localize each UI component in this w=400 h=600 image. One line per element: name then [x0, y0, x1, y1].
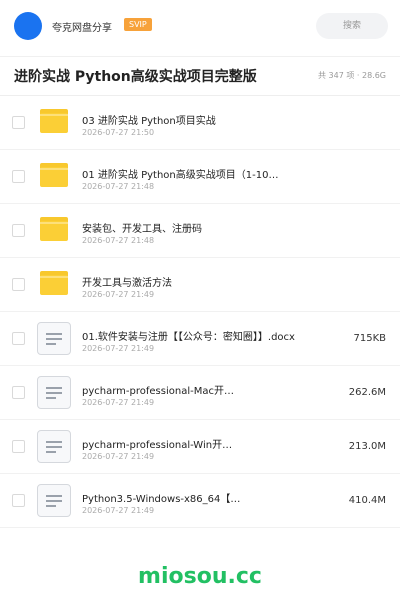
folder-icon: [40, 109, 68, 133]
select-checkbox[interactable]: [12, 332, 25, 345]
file-row[interactable]: 01.软件安装与注册【【公众号：密知圈】】.docx 2026-07-27 21:…: [0, 312, 400, 366]
file-row[interactable]: pycharm-professional-Mac开… 2026-07-27 21:…: [0, 366, 400, 420]
item-size: 262.6M: [348, 387, 386, 398]
select-checkbox[interactable]: [12, 170, 25, 183]
folder-row[interactable]: 开发工具与激活方法 2026-07-27 21:49: [0, 258, 400, 312]
item-name[interactable]: Python3.5-Windows-x86_64【…: [82, 490, 240, 505]
item-name[interactable]: 01 进阶实战 Python高级实战项目（1-10…: [82, 166, 278, 181]
folder-icon: [40, 217, 68, 241]
document-icon: [37, 322, 71, 355]
item-date: 2026-07-27 21:49: [82, 452, 155, 461]
item-name[interactable]: pycharm-professional-Mac开…: [82, 382, 234, 397]
folder-row[interactable]: 03 进阶实战 Python项目实战 2026-07-27 21:50: [0, 96, 400, 150]
item-size: 715KB: [353, 333, 386, 344]
item-date: 2026-07-27 21:49: [82, 506, 155, 515]
brand-name: 夸克网盘分享: [52, 23, 112, 34]
file-row[interactable]: pycharm-professional-Win开… 2026-07-27 21:…: [0, 420, 400, 474]
select-checkbox[interactable]: [12, 440, 25, 453]
page-title: 进阶实战 Python高级实战项目完整版: [14, 69, 257, 85]
item-size: 213.0M: [348, 441, 386, 452]
item-name[interactable]: 开发工具与激活方法: [82, 274, 172, 289]
search-button[interactable]: 搜索: [316, 13, 388, 39]
document-icon: [37, 430, 71, 463]
avatar[interactable]: [14, 12, 42, 40]
file-row[interactable]: Python3.5-Windows-x86_64【… 2026-07-27 21:…: [0, 474, 400, 528]
folder-row[interactable]: 安装包、开发工具、注册码 2026-07-27 21:48: [0, 204, 400, 258]
item-size: 410.4M: [348, 495, 386, 506]
select-checkbox[interactable]: [12, 278, 25, 291]
select-checkbox[interactable]: [12, 116, 25, 129]
item-count-size: 共 347 项 · 28.6G: [318, 71, 386, 80]
title-bar: 进阶实战 Python高级实战项目完整版 共 347 项 · 28.6G: [0, 56, 400, 96]
item-date: 2026-07-27 21:48: [82, 236, 155, 245]
item-date: 2026-07-27 21:50: [82, 128, 155, 137]
item-name[interactable]: 01.软件安装与注册【【公众号：密知圈】】.docx: [82, 328, 295, 343]
folder-icon: [40, 163, 68, 187]
item-name[interactable]: 03 进阶实战 Python项目实战: [82, 112, 216, 127]
watermark: miosou.cc: [138, 564, 262, 589]
select-checkbox[interactable]: [12, 386, 25, 399]
file-list: 03 进阶实战 Python项目实战 2026-07-27 21:50 01 进阶实…: [0, 96, 400, 528]
folder-row[interactable]: 01 进阶实战 Python高级实战项目（1-10… 2026-07-27 21:…: [0, 150, 400, 204]
select-checkbox[interactable]: [12, 224, 25, 237]
svip-badge: SVIP: [124, 18, 152, 31]
top-bar: 夸克网盘分享 SVIP 搜索: [0, 0, 400, 52]
folder-icon: [40, 271, 68, 295]
select-checkbox[interactable]: [12, 494, 25, 507]
item-date: 2026-07-27 21:49: [82, 398, 155, 407]
item-name[interactable]: pycharm-professional-Win开…: [82, 436, 232, 451]
document-icon: [37, 484, 71, 517]
item-date: 2026-07-27 21:48: [82, 182, 155, 191]
document-icon: [37, 376, 71, 409]
item-name[interactable]: 安装包、开发工具、注册码: [82, 220, 202, 235]
item-date: 2026-07-27 21:49: [82, 344, 155, 353]
item-date: 2026-07-27 21:49: [82, 290, 155, 299]
